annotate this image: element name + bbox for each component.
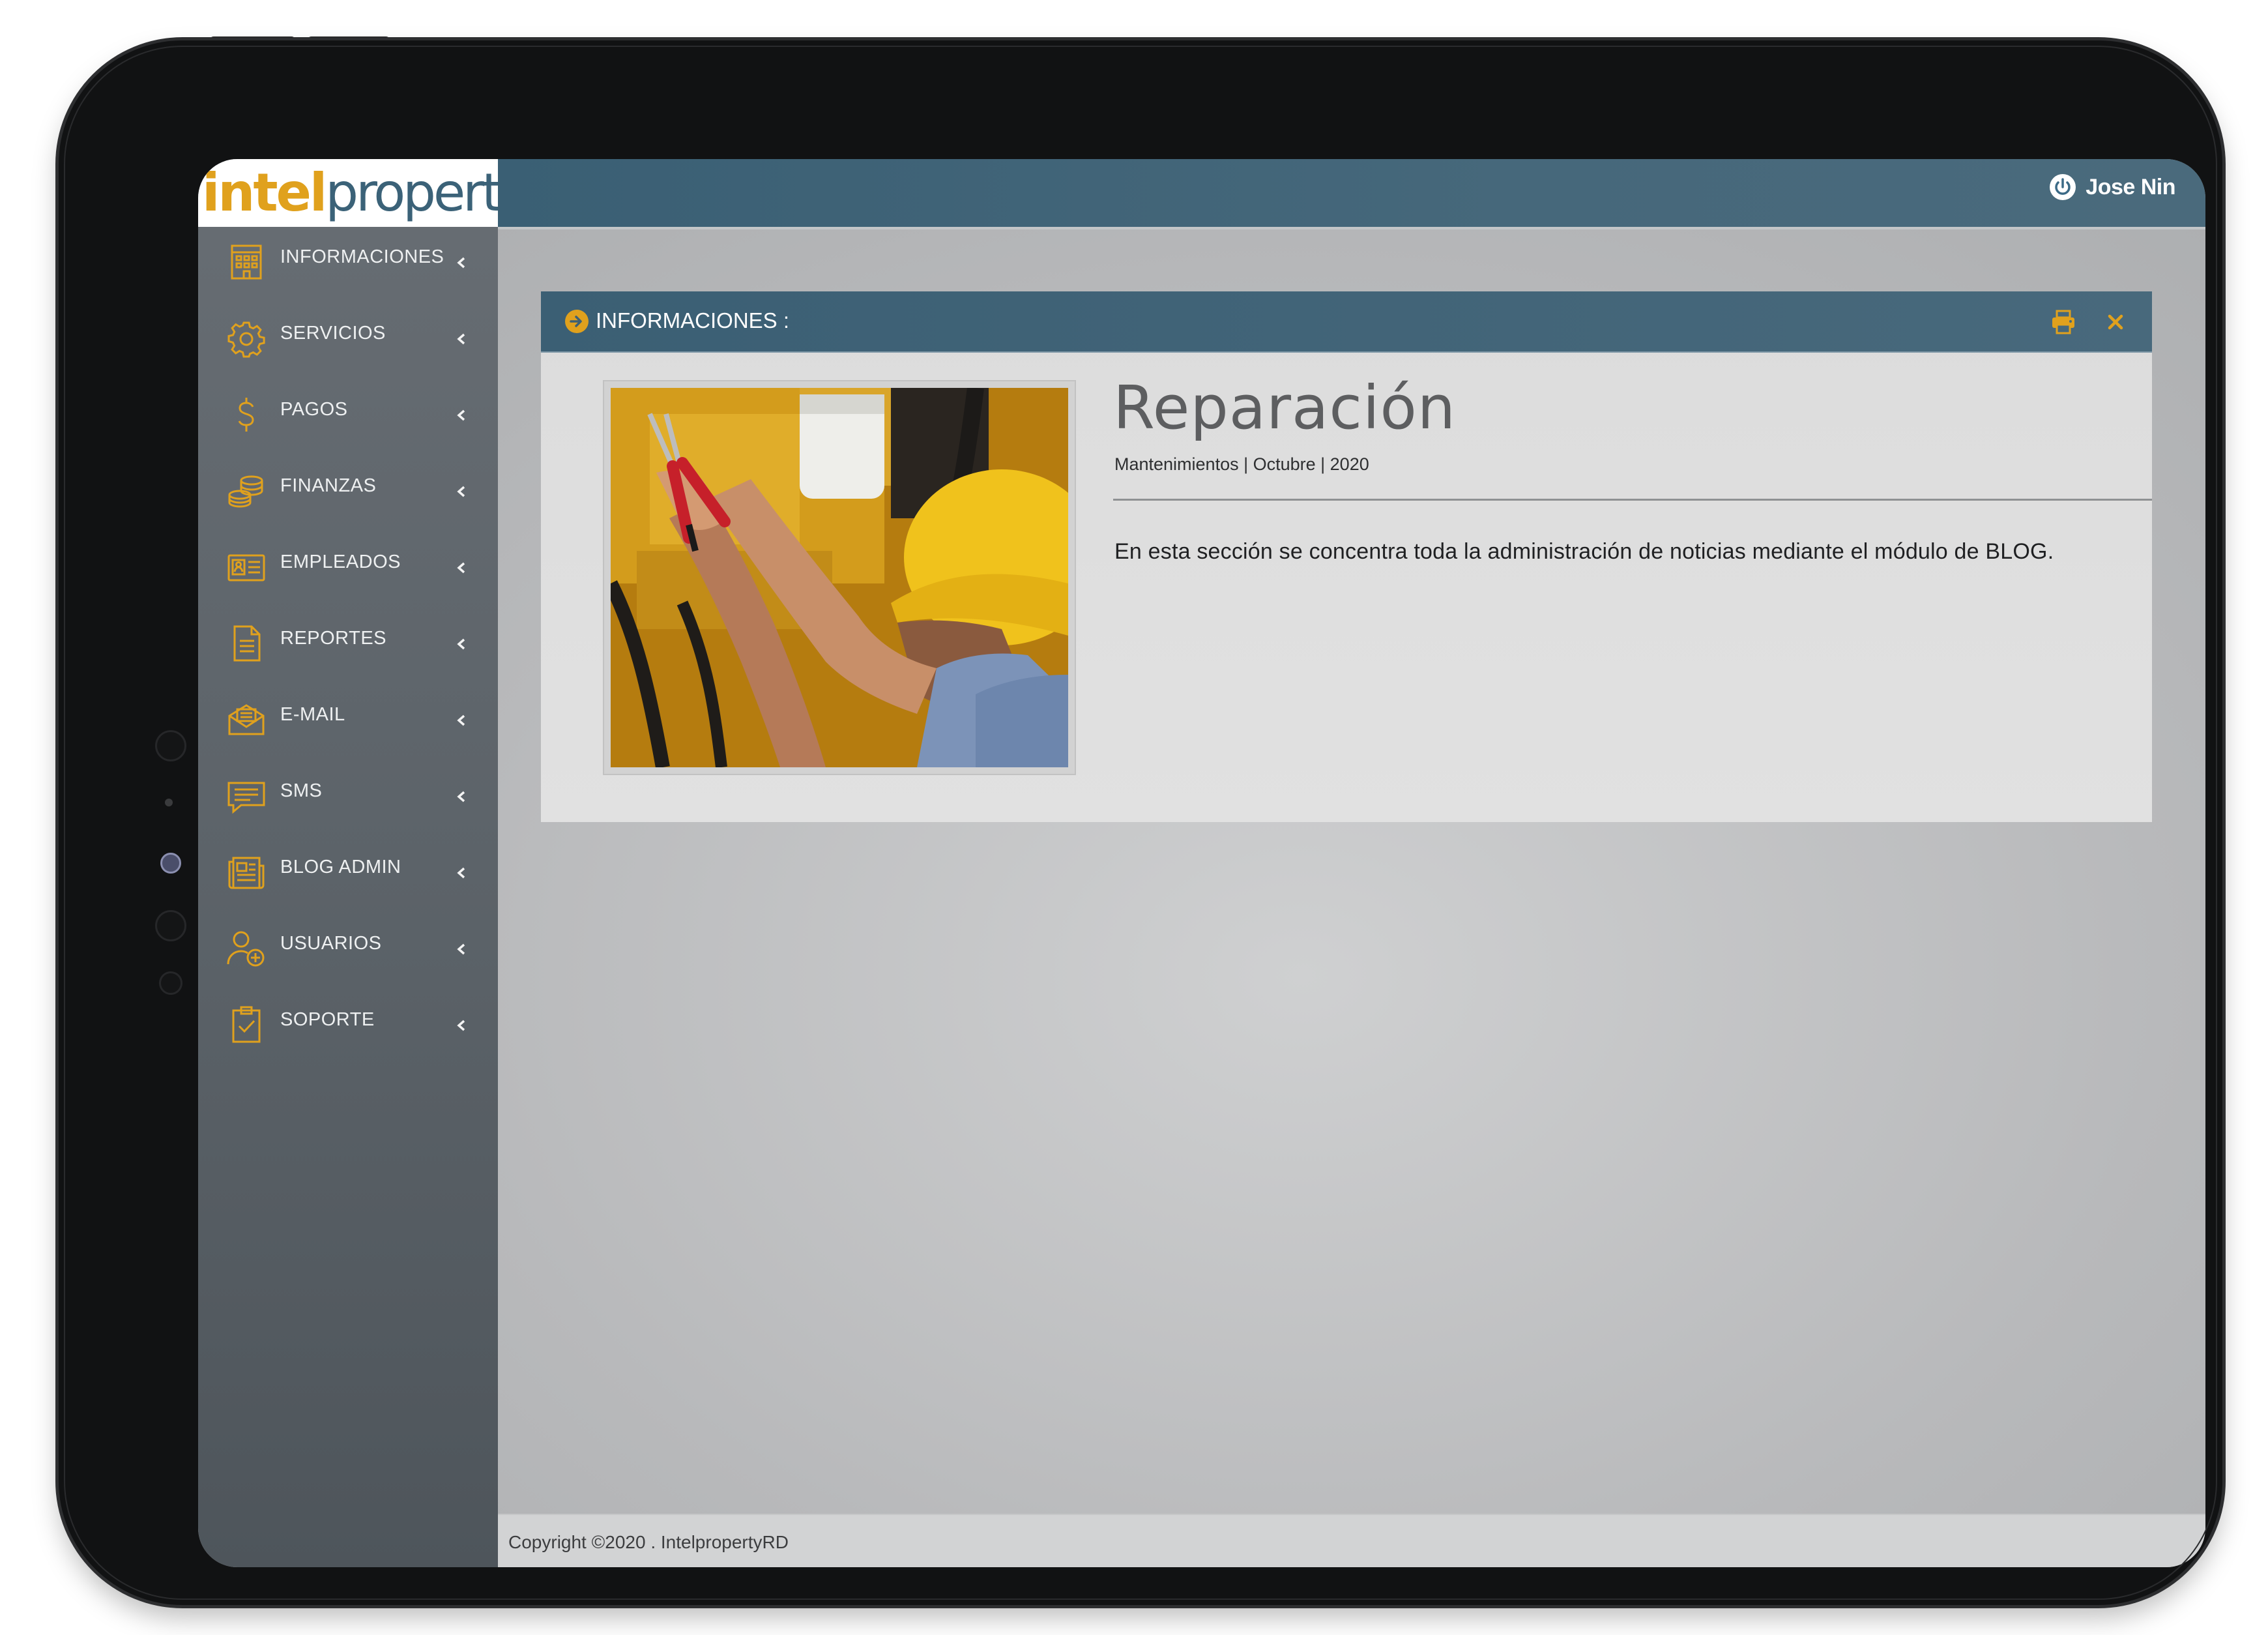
post-image-frame: [603, 380, 1076, 775]
envelope-icon: [228, 704, 265, 735]
gear-icon: [227, 321, 265, 358]
post-title: Reparación: [1113, 373, 1457, 443]
post-divider: [1113, 499, 2152, 501]
chevron-left-icon: [457, 943, 465, 955]
id-card-icon: [227, 554, 265, 582]
building-icon: [231, 244, 262, 280]
sidebar-item-empleados[interactable]: EMPLEADOS: [198, 532, 498, 608]
power-icon: [2050, 174, 2076, 200]
sidebar-item-label: E-MAIL: [280, 704, 345, 725]
panel-header: INFORMACIONES :: [541, 291, 2152, 353]
sidebar-item-reportes[interactable]: REPORTES: [198, 608, 498, 685]
sidebar-item-label: FINANZAS: [280, 475, 377, 496]
sidebar-item-blog-admin[interactable]: BLOG ADMIN: [198, 837, 498, 913]
sidebar-item-finanzas[interactable]: FINANZAS: [198, 456, 498, 532]
sidebar-item-pagos[interactable]: PAGOS: [198, 379, 498, 456]
print-icon[interactable]: [2050, 309, 2076, 335]
sidebar-item-sms[interactable]: SMS: [198, 761, 498, 837]
sidebar-item-label: REPORTES: [280, 628, 387, 649]
post-meta: Mantenimientos | Octubre | 2020: [1114, 454, 1369, 474]
chevron-left-icon: [457, 791, 465, 803]
tablet-camera: [160, 853, 181, 874]
user-add-icon: [227, 931, 265, 967]
post-body: En esta sección se concentra toda la adm…: [1114, 539, 2054, 564]
sidebar-item-label: INFORMACIONES: [280, 246, 444, 267]
info-panel: INFORMACIONES : Reparación Mantenimiento…: [541, 291, 2152, 822]
sidebar-item-label: PAGOS: [280, 399, 348, 420]
close-icon[interactable]: [2106, 313, 2125, 331]
tablet-sensor: [155, 910, 186, 941]
chevron-left-icon: [457, 257, 465, 269]
sidebar: intel property INFORMACIONES SERVICIOS P…: [198, 159, 531, 1567]
top-bar: Jose Nin: [498, 159, 2205, 229]
sidebar-item-usuarios[interactable]: USUARIOS: [198, 913, 498, 990]
tablet-sensor: [159, 971, 182, 995]
tablet-sensor: [165, 799, 173, 806]
clipboard-check-icon: [232, 1006, 261, 1043]
newspaper-icon: [228, 857, 265, 889]
panel-title: INFORMACIONES :: [596, 308, 790, 332]
post-image: [611, 388, 1068, 767]
arrow-circle-right-icon: [565, 310, 589, 333]
chevron-left-icon: [457, 409, 465, 421]
sidebar-item-label: SERVICIOS: [280, 323, 386, 344]
logo-text-intel: intel: [202, 162, 327, 223]
chevron-left-icon: [457, 333, 465, 345]
sidebar-item-servicios[interactable]: SERVICIOS: [198, 303, 498, 379]
chevron-left-icon: [457, 1020, 465, 1031]
chat-icon: [227, 782, 265, 814]
chevron-left-icon: [457, 562, 465, 574]
tablet-sensor: [155, 730, 186, 761]
dollar-icon: [238, 398, 254, 432]
app-screen: intel property INFORMACIONES SERVICIOS P…: [198, 159, 2205, 1567]
copyright-text: Copyright ©2020 . IntelpropertyRD: [508, 1532, 789, 1552]
sidebar-item-e-mail[interactable]: E-MAIL: [198, 685, 498, 761]
tablet-frame: intel property INFORMACIONES SERVICIOS P…: [59, 40, 2222, 1605]
user-menu[interactable]: Jose Nin: [2049, 173, 2175, 201]
user-name: Jose Nin: [2086, 174, 2175, 199]
sidebar-menu: INFORMACIONES SERVICIOS PAGOS FINANZAS E…: [198, 227, 498, 1066]
sidebar-item-label: EMPLEADOS: [280, 552, 401, 572]
chevron-left-icon: [457, 486, 465, 497]
sidebar-item-label: SMS: [280, 780, 323, 801]
sidebar-item-informaciones[interactable]: INFORMACIONES: [198, 227, 498, 303]
chevron-left-icon: [457, 638, 465, 650]
sidebar-item-label: SOPORTE: [280, 1009, 375, 1030]
sidebar-item-soporte[interactable]: SOPORTE: [198, 990, 498, 1066]
app-logo[interactable]: intel property: [198, 159, 531, 227]
chevron-left-icon: [457, 867, 465, 879]
document-icon: [233, 625, 261, 662]
coins-icon: [228, 475, 263, 508]
chevron-left-icon: [457, 714, 465, 726]
footer: Copyright ©2020 . IntelpropertyRD: [498, 1514, 2205, 1567]
sidebar-item-label: USUARIOS: [280, 933, 382, 954]
sidebar-item-label: BLOG ADMIN: [280, 857, 401, 877]
